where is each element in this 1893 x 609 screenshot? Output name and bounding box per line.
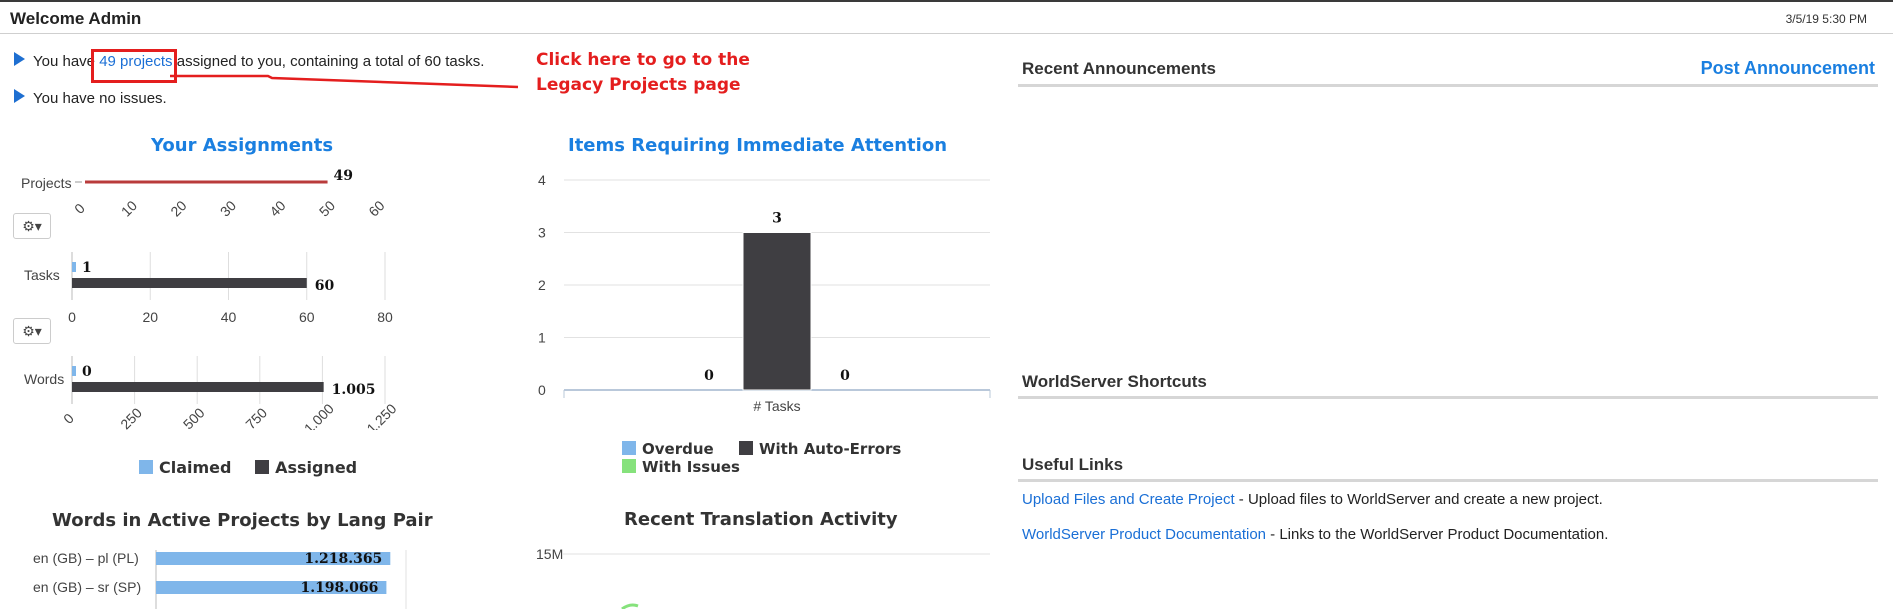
words-claimed-bar (72, 366, 76, 376)
tasks-tick-label: 0 (68, 309, 76, 325)
projects-bar (85, 180, 328, 184)
useful-links-title: Useful Links (1022, 455, 1124, 474)
tasks-axis-label: Tasks (24, 267, 60, 283)
upload-files-link[interactable]: Upload Files and Create Project (1022, 491, 1235, 508)
callout-line-2: Legacy Projects page (536, 75, 741, 95)
legend-overdue: Overdue (642, 440, 714, 458)
words-tick-label: 500 (180, 404, 208, 430)
tasks-tick-label: 40 (221, 309, 237, 325)
lang-pair-value-label-0: 1.218.365 (304, 551, 382, 567)
callout-line-1: Click here to go to the (536, 50, 750, 70)
lang-pair-row-label-0: en (GB) – pl (PL) (33, 550, 139, 566)
activity-series-line (621, 603, 639, 609)
projects-value-label: 49 (334, 168, 353, 184)
activity-y-top-label: 15M (536, 546, 563, 562)
legend-claimed: Claimed (159, 458, 232, 477)
bullet-arrow-icon (14, 52, 25, 66)
attention-value-label-2: 0 (840, 368, 850, 384)
tasks-tick-label: 60 (299, 309, 315, 325)
projects-tick-label: 10 (118, 197, 140, 218)
tasks-claimed-bar (72, 262, 76, 272)
announcements-title: Recent Announcements (1022, 59, 1216, 78)
useful-link-row: Upload Files and Create Project - Upload… (1022, 491, 1603, 508)
words-axis-label: Words (24, 371, 64, 387)
bullet-arrow-icon (14, 89, 25, 103)
activity-chart: 15M (536, 546, 990, 609)
activity-title: Recent Translation Activity (624, 509, 898, 530)
assignments-title: Your Assignments (151, 135, 334, 156)
projects-tick-label: 50 (316, 197, 338, 218)
projects-tick-label: 20 (167, 197, 189, 218)
shortcuts-divider (1018, 396, 1878, 399)
attention-y-tick-label: 1 (538, 330, 546, 346)
projects-tick-label: 60 (365, 197, 387, 218)
tasks-tick-label: 20 (142, 309, 158, 325)
assignments-legend: Claimed Assigned (139, 458, 357, 477)
legend-with-issues: With Issues (642, 458, 740, 476)
words-tick-label: 1.250 (363, 400, 399, 430)
words-chart: Words 0 1.005 0 250 500 750 1.000 1.250 (24, 356, 400, 430)
attention-legend: Overdue With Auto-Errors With Issues (622, 440, 901, 476)
projects-tick-label: 40 (266, 197, 288, 218)
useful-links-divider (1018, 479, 1878, 482)
legend-swatch-claimed (139, 460, 153, 474)
welcome-title: Welcome Admin (10, 9, 142, 28)
projects-tick-label: 30 (217, 197, 239, 218)
useful-link-row: WorldServer Product Documentation - Link… (1022, 526, 1608, 543)
tasks-menu-button[interactable]: ⚙▾ (13, 318, 51, 344)
attention-chart: 0 1 2 3 4 0 3 0 # Tasks (538, 172, 991, 414)
projects-chart: Projects 49 0 10 20 30 40 50 60 (21, 168, 388, 218)
attention-y-tick-label: 2 (538, 277, 546, 293)
tasks-tick-label: 80 (377, 309, 393, 325)
attention-y-tick-label: 4 (538, 172, 546, 188)
issues-message: You have no issues. (33, 90, 167, 107)
words-assigned-bar (72, 382, 324, 392)
words-tick-label: 750 (242, 404, 270, 430)
legend-auto-errors: With Auto-Errors (758, 440, 902, 458)
upload-files-desc: - Upload files to WorldServer and create… (1234, 491, 1603, 508)
words-tick-label: 1.000 (301, 400, 337, 430)
post-announcement-link[interactable]: Post Announcement (1701, 58, 1875, 79)
tasks-assigned-bar (72, 278, 307, 288)
words-claimed-label: 0 (82, 364, 92, 380)
legend-swatch-assigned (255, 460, 270, 474)
attention-value-label-1: 3 (772, 211, 782, 227)
words-tick-label: 0 (60, 410, 77, 427)
attention-category-label: # Tasks (753, 398, 800, 414)
lang-pair-chart: en (GB) – pl (PL) 1.218.365 en (GB) – sr (… (33, 550, 407, 609)
lang-pair-title: Words in Active Projects by Lang Pair (52, 510, 433, 531)
words-assigned-label: 1.005 (332, 382, 376, 398)
callout-arrow (170, 74, 519, 89)
product-docs-link[interactable]: WorldServer Product Documentation (1022, 526, 1266, 543)
attention-y-tick-label: 3 (538, 225, 546, 241)
announcements-divider (1018, 84, 1878, 87)
tasks-claimed-label: 1 (82, 260, 92, 276)
words-tick-label: 250 (117, 404, 145, 430)
legend-swatch-with-issues (622, 459, 636, 473)
gear-icon: ⚙▾ (22, 218, 42, 234)
legend-swatch-overdue (622, 441, 636, 455)
legend-swatch-auto-errors (738, 441, 753, 455)
tasks-assigned-label: 60 (315, 278, 335, 294)
attention-bar-1 (742, 232, 812, 391)
callout-text: Click here to go to the Legacy Projects … (536, 48, 750, 98)
attention-y-tick-label: 0 (538, 382, 546, 398)
attention-value-label-0: 0 (704, 368, 714, 384)
projects-axis-label: Projects (21, 175, 72, 191)
legend-assigned: Assigned (275, 458, 358, 477)
callout-highlight-box (91, 49, 177, 83)
tasks-chart: Tasks 1 60 0 20 40 60 80 (24, 252, 393, 325)
assignments-menu-button[interactable]: ⚙▾ (13, 213, 51, 239)
projects-message-prefix: You have (33, 53, 100, 70)
projects-tick-label: 0 (71, 200, 88, 217)
header-datetime: 3/5/19 5:30 PM (1785, 12, 1867, 26)
header-bar (0, 2, 1893, 34)
lang-pair-row-label-1: en (GB) – sr (SP) (33, 579, 141, 595)
projects-message-suffix: assigned to you, containing a total of 6… (172, 53, 485, 70)
lang-pair-value-label-1: 1.198.066 (300, 580, 378, 596)
attention-title: Items Requiring Immediate Attention (568, 135, 948, 156)
shortcuts-title: WorldServer Shortcuts (1022, 372, 1207, 391)
gear-icon: ⚙▾ (22, 323, 42, 339)
product-docs-desc: - Links to the WorldServer Product Docum… (1266, 526, 1609, 543)
